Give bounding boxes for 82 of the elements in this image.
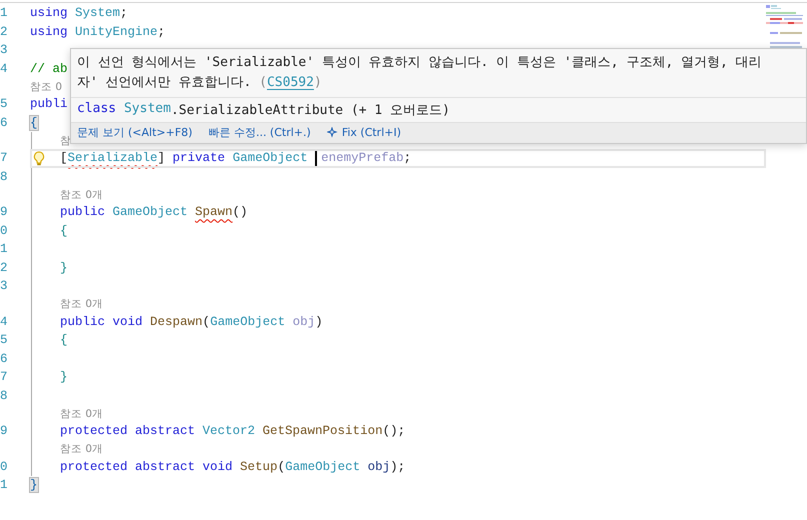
reference-count[interactable]: 참조 0개 [60,188,104,202]
code-minimap[interactable] [766,4,803,49]
code-token: { [30,116,38,130]
code-token: System [75,6,120,20]
code-token: GetSpawnPosition [262,424,383,438]
code-token: } [60,260,68,275]
error-code-link[interactable]: CS0592 [266,75,314,90]
error-message: 이 선언 형식에서는 'Serializable' 특성이 유효하지 않습니다. 이 특성은 '클래스, 구조체, 열거형, 대리자' 선언에서만 유효합니다. (CS0592) [71,49,806,98]
line-number: 3 [0,279,9,294]
code-token: protected [60,424,129,438]
code-token: public [60,314,106,329]
code-token: ; [120,6,128,20]
code-token: (); [382,424,406,438]
code-token: Vector2 [202,424,256,438]
code-token: ; [158,24,166,39]
line-number: 7 [0,151,9,166]
code-token: void [112,314,144,329]
code-token: ( [278,460,286,474]
quick-action-link[interactable]: Fix (Ctrl+I) [326,126,402,139]
line-number: 3 [0,43,9,58]
reference-count[interactable]: 참 [60,134,71,148]
code-token: Setup [240,460,278,474]
line-number: 9 [0,205,9,220]
code-token: private [172,151,226,166]
reference-count[interactable]: 참조 0 [30,80,62,94]
code-token: using [30,6,69,20]
code-token: } [60,370,68,384]
code-token: ( [202,314,210,329]
code-token: using [30,24,69,39]
code-token: publi [30,97,68,112]
line-number: 0 [0,460,9,474]
code-token: GameObject [232,151,309,166]
line-number: 1 [0,6,9,20]
reference-count[interactable]: 참조 0개 [60,297,104,311]
code-token: GameObject [285,460,362,474]
code-token: abstract [135,424,196,438]
line-number: 6 [0,116,9,130]
code-token: ); [390,460,406,474]
code-token: obj [292,314,316,329]
line-number: 2 [0,24,9,39]
error-code-token: Spawn [195,205,233,220]
code-token: { [60,333,68,348]
code-token: [ [60,151,68,166]
quick-action-link[interactable]: 문제 보기 (<Alt>+F8) [77,125,192,140]
lightbulb-icon[interactable] [33,151,45,166]
line-number: 1 [0,478,9,492]
code-token: () [232,205,248,220]
code-token: ] [158,151,166,166]
code-token: public [60,205,106,220]
reference-count[interactable]: 참조 0개 [60,442,104,456]
line-number: 5 [0,97,9,112]
code-token: } [30,478,38,492]
error-code-token: Serializable [68,151,158,166]
line-number: 8 [0,388,9,403]
line-number: 7 [0,370,9,384]
code-token: ; [404,151,412,166]
code-token: { [60,224,68,238]
quick-action-link[interactable]: 빠른 수정... (Ctrl+.) [208,125,311,140]
line-number: 4 [0,314,9,329]
text-cursor [315,150,318,166]
code-token: Despawn [150,314,203,329]
line-number: 5 [0,333,9,348]
line-number: 2 [0,260,9,275]
code-token: protected [60,460,129,474]
line-number: 1 [0,242,9,256]
code-token: UnityEngine [75,24,158,39]
reference-count[interactable]: 참조 0개 [60,406,104,420]
line-number: 4 [0,62,9,76]
line-number: 8 [0,170,9,184]
code-token: ) [315,314,323,329]
type-signature: class System.SerializableAttribute (+ 1 오버로드) [76,100,451,120]
code-token: enemyPrefab [321,151,404,166]
line-number: 0 [0,224,9,238]
code-token: void [202,460,234,474]
line-number: 6 [0,352,9,366]
code-token: abstract [135,460,196,474]
line-number: 9 [0,424,9,438]
code-token: GameObject [112,205,189,220]
code-token: GameObject [210,314,286,329]
sparkle-icon [326,127,338,138]
code-token: obj [368,460,390,474]
code-token: // ab [30,62,68,76]
